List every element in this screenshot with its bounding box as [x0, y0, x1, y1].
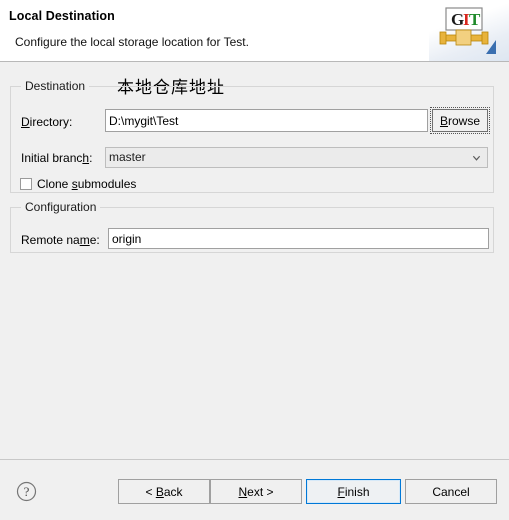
directory-label: Directory: [21, 115, 73, 129]
help-question-icon[interactable]: ? [16, 481, 37, 502]
clone-submodules-checkbox[interactable]: Clone submodules [20, 177, 136, 191]
initial-branch-label: Initial branch: [21, 151, 93, 165]
finish-button[interactable]: Finish [306, 479, 401, 504]
initial-branch-combo[interactable]: master [105, 147, 488, 168]
destination-group-label: Destination [21, 79, 90, 93]
svg-text:?: ? [24, 484, 30, 499]
remote-name-input[interactable] [108, 228, 489, 249]
checkbox-box-icon[interactable] [20, 178, 32, 190]
cancel-button[interactable]: Cancel [405, 479, 497, 504]
dialog-header: Local Destination Configure the local st… [0, 0, 509, 62]
directory-input[interactable] [105, 109, 428, 132]
remote-name-label: Remote name: [21, 233, 100, 247]
svg-text:T: T [469, 10, 481, 29]
back-button[interactable]: < Back [118, 479, 210, 504]
page-title: Local Destination [9, 9, 115, 23]
git-logo-icon: G I T [439, 7, 496, 54]
next-button[interactable]: Next > [210, 479, 302, 504]
chevron-down-icon [472, 155, 481, 161]
configuration-group-label: Configuration [21, 200, 101, 214]
clone-submodules-label: Clone submodules [37, 177, 137, 191]
initial-branch-value: master [109, 150, 146, 164]
browse-button[interactable]: Browse [430, 107, 490, 134]
footer-separator [0, 459, 509, 460]
page-subtitle: Configure the local storage location for… [15, 35, 249, 49]
